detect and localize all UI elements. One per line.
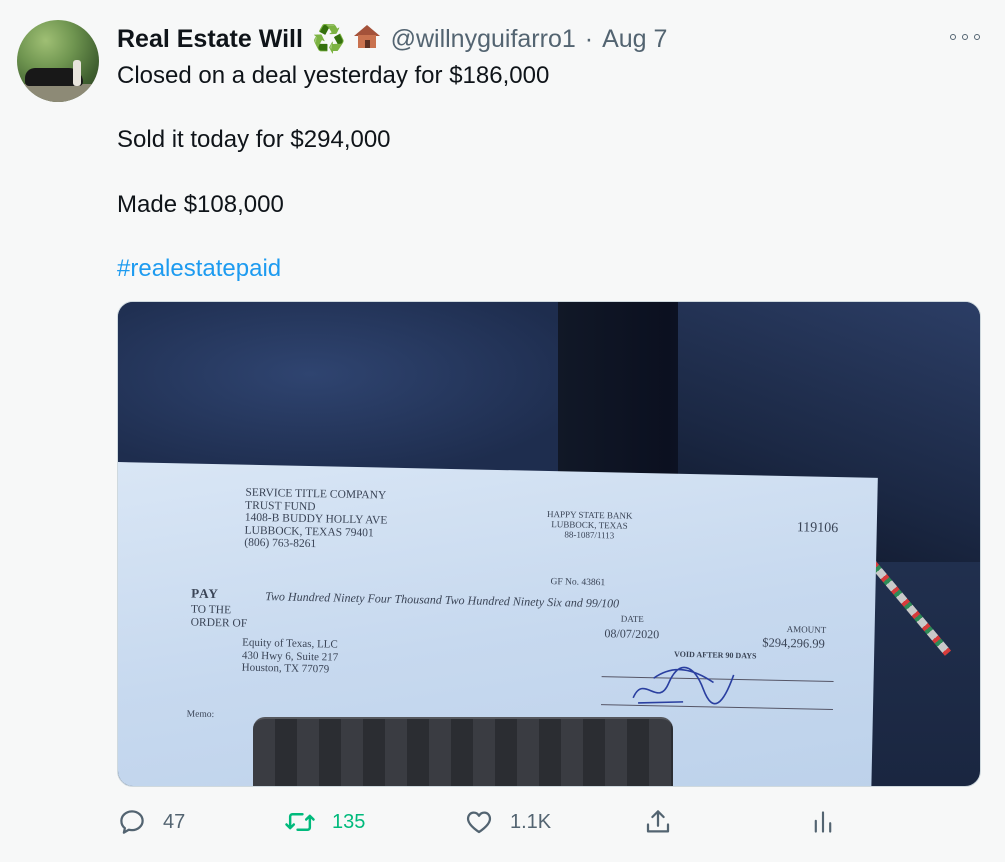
photo-background [118, 302, 598, 482]
recycle-icon: ♻️ [311, 24, 346, 54]
reply-button[interactable]: 47 [117, 805, 185, 839]
tweet-photo[interactable]: SERVICE TITLE COMPANY TRUST FUND 1408-B … [117, 301, 981, 787]
like-icon [466, 811, 492, 834]
retweet-count: 135 [332, 810, 366, 833]
analytics-button[interactable] [811, 805, 835, 839]
separator-dot: · [584, 24, 594, 53]
retweet-button[interactable]: 135 [284, 805, 365, 839]
avatar-ground [17, 84, 99, 102]
check-pay-label: PAY [191, 585, 219, 602]
check-payer: SERVICE TITLE COMPANY TRUST FUND 1408-B … [244, 486, 388, 551]
analytics-icon [814, 811, 832, 833]
like-count: 1.1K [510, 810, 552, 833]
tweet-header: Real Estate Will ♻️ @willnyguifarro1 · A… [117, 22, 667, 56]
tweet-line: Closed on a deal yesterday for $186,000 [117, 62, 550, 89]
reply-icon [120, 810, 144, 834]
check-date: 08/07/2020 [604, 626, 660, 642]
check-number: 119106 [796, 520, 839, 537]
tweet-timestamp[interactable]: Aug 7 [602, 25, 667, 54]
check-amount-words: Two Hundred Ninety Four Thousand Two Hun… [265, 589, 620, 611]
tweet-line: Made $108,000 [117, 191, 284, 218]
display-name[interactable]: Real Estate Will [117, 25, 303, 54]
share-icon [646, 810, 670, 833]
like-button[interactable]: 1.1K [464, 805, 551, 839]
hashtag-link[interactable]: #realestatepaid [117, 253, 281, 285]
signature-scribble [632, 666, 735, 705]
photo-wallet [253, 717, 673, 786]
check-to-order: TO THE ORDER OF [190, 603, 248, 630]
user-handle[interactable]: @willnyguifarro1 [391, 25, 576, 54]
check-memo-label: Memo: [186, 709, 215, 721]
house-icon [353, 25, 380, 49]
share-button[interactable] [643, 805, 673, 839]
check-bank: HAPPY STATE BANK LUBBOCK, TEXAS 88-1087/… [546, 508, 633, 541]
check-amount-label: AMOUNT [786, 624, 827, 635]
avatar-person [73, 60, 81, 86]
retweet-icon [285, 813, 315, 831]
reply-count: 47 [163, 810, 186, 833]
tweet-line: Sold it today for $294,000 [117, 126, 391, 153]
more-icon[interactable] [950, 30, 980, 44]
check-date-label: DATE [620, 613, 644, 625]
check-amount: $294,296.99 [762, 635, 825, 651]
check-payee: Equity of Texas, LLC 430 Hwy 6, Suite 21… [241, 636, 339, 676]
check-gf-number: GF No. 43861 [550, 577, 606, 589]
avatar[interactable] [17, 20, 99, 102]
tweet-actions: 47 135 1.1K [117, 805, 857, 839]
